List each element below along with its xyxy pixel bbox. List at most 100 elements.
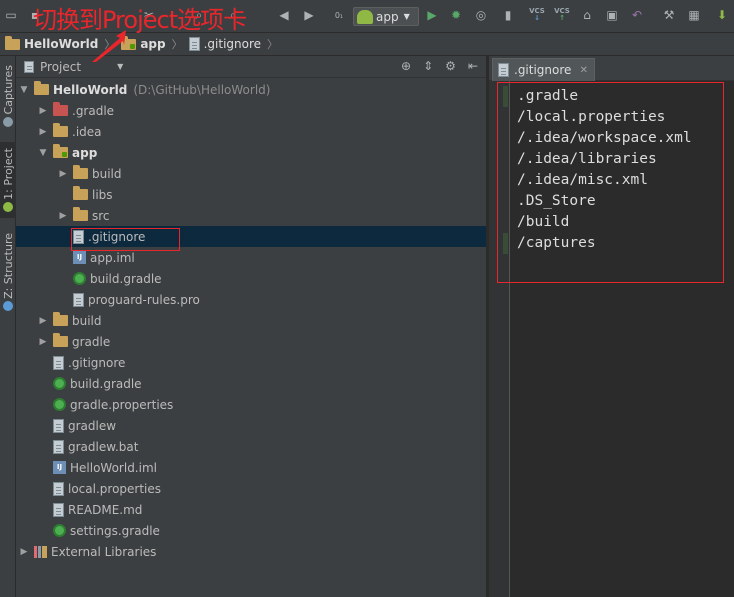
debug-icon[interactable]: ✹ (447, 6, 465, 24)
file-icon (498, 63, 509, 77)
gradle-icon (73, 272, 86, 285)
project-panel-header: Project ▼ ⊕ ⇕ ⚙ ⇤ (16, 56, 486, 78)
project-icon (3, 202, 13, 213)
open-folder-icon[interactable]: ▭ (2, 6, 20, 24)
tree-item-gradlew[interactable]: gradlew (16, 415, 486, 436)
module-folder-icon (53, 144, 68, 158)
annotation-arrow-icon (92, 30, 126, 62)
collapsed-arrow-icon[interactable]: ▶ (18, 547, 30, 557)
vcs-compare-icon[interactable]: ▣ (603, 6, 621, 24)
tree-item-proguard-rules[interactable]: proguard-rules.pro (16, 289, 486, 310)
file-icon (53, 481, 64, 496)
breadcrumb-item-gitignore[interactable]: .gitignore (188, 37, 261, 51)
scroll-from-source-icon[interactable]: ⊕ (401, 59, 411, 73)
collapsed-arrow-icon[interactable]: ▶ (57, 211, 69, 221)
annotation-code-box (497, 82, 724, 283)
tree-item-root-build-gradle[interactable]: build.gradle (16, 373, 486, 394)
revert-icon[interactable]: ↶ (628, 6, 646, 24)
settings-icon[interactable]: ⚒ (660, 6, 678, 24)
project-structure-icon[interactable]: ▦ (685, 6, 703, 24)
collapse-all-icon[interactable]: ⇕ (423, 59, 433, 73)
hide-panel-icon[interactable]: ⇤ (468, 59, 478, 73)
chevron-down-icon: ▼ (403, 12, 410, 21)
back-icon[interactable]: ◀ (275, 6, 293, 24)
tree-item-local-properties[interactable]: local.properties (16, 478, 486, 499)
excluded-folder-icon (53, 102, 68, 116)
folder-icon (34, 81, 49, 95)
breadcrumb-item-helloworld[interactable]: HelloWorld (5, 35, 98, 51)
folder-icon (73, 207, 88, 221)
annotation-text: 切换到Project选项卡 (33, 6, 247, 34)
tree-item-root-gitignore[interactable]: .gitignore (16, 352, 486, 373)
folder-icon (73, 165, 88, 179)
tree-item-app-build-gradle[interactable]: build.gradle (16, 268, 486, 289)
tab-captures[interactable]: Captures (0, 60, 16, 132)
folder-icon (5, 35, 20, 50)
expanded-arrow-icon[interactable]: ▼ (37, 148, 49, 158)
tree-item-settings-gradle[interactable]: settings.gradle (16, 520, 486, 541)
gear-icon[interactable]: ⚙ (445, 59, 456, 73)
tree-item-helloworld-iml[interactable]: IJ HelloWorld.iml (16, 457, 486, 478)
tree-item-src[interactable]: ▶ src (16, 205, 486, 226)
gradle-icon (53, 524, 66, 537)
gradle-icon (53, 398, 66, 411)
forward-icon[interactable]: ▶ (300, 6, 318, 24)
editor-tab-gitignore[interactable]: .gitignore ✕ (492, 58, 595, 81)
sdk-manager-icon[interactable]: ⬇ (713, 6, 731, 24)
tree-item-readme[interactable]: README.md (16, 499, 486, 520)
tab-structure[interactable]: Z: Structure (0, 230, 16, 314)
close-icon[interactable]: ✕ (580, 65, 588, 76)
collapsed-arrow-icon[interactable]: ▶ (37, 316, 49, 326)
iml-file-icon: IJ (73, 251, 86, 264)
vcs-history-icon[interactable]: ⌂ (578, 6, 596, 24)
folder-icon (73, 186, 88, 200)
tree-item-build[interactable]: ▶ build (16, 310, 486, 331)
tree-item-app-build[interactable]: ▶ build (16, 163, 486, 184)
file-icon (73, 292, 84, 307)
breadcrumb-separator-icon: 〉 (171, 38, 183, 51)
run-config-label: app (376, 9, 399, 24)
tool-window-bar: Captures 1: Project Z: Structure (0, 56, 16, 597)
tree-item-dot-gradle[interactable]: ▶ .gradle (16, 100, 486, 121)
collapsed-arrow-icon[interactable]: ▶ (37, 106, 49, 116)
vcs-commit-icon[interactable]: VCS ↑ (553, 6, 571, 24)
tree-item-gradlew-bat[interactable]: gradlew.bat (16, 436, 486, 457)
project-tree: ▼ HelloWorld (D:\GitHub\HelloWorld) ▶ .g… (16, 78, 486, 597)
collapsed-arrow-icon[interactable]: ▶ (37, 337, 49, 347)
structure-icon (3, 301, 13, 312)
collapsed-arrow-icon[interactable]: ▶ (57, 169, 69, 179)
tab-project[interactable]: 1: Project (0, 142, 16, 218)
folder-icon (53, 333, 68, 347)
attach-debugger-icon[interactable]: ▮ (499, 6, 517, 24)
make-project-icon[interactable]: 0₁ (330, 6, 348, 24)
tree-item-helloworld[interactable]: ▼ HelloWorld (D:\GitHub\HelloWorld) (16, 79, 486, 100)
tree-item-libs[interactable]: libs (16, 184, 486, 205)
run-icon[interactable]: ▶ (423, 6, 441, 24)
tree-item-idea[interactable]: ▶ .idea (16, 121, 486, 142)
collapsed-arrow-icon[interactable]: ▶ (37, 127, 49, 137)
folder-icon (53, 312, 68, 326)
file-icon (53, 502, 64, 517)
project-view-icon (24, 60, 34, 73)
tree-item-external-libraries[interactable]: ▶ External Libraries (16, 541, 486, 562)
file-icon (188, 37, 200, 51)
tree-item-gradle-properties[interactable]: gradle.properties (16, 394, 486, 415)
android-icon (357, 9, 373, 24)
library-icon (34, 545, 47, 558)
run-config-select[interactable]: app ▼ (353, 7, 419, 26)
annotation-highlight-box (71, 228, 180, 251)
iml-file-icon: IJ (53, 461, 66, 474)
captures-icon (3, 117, 13, 128)
gradle-icon (53, 377, 66, 390)
profile-icon[interactable]: ◎ (472, 6, 490, 24)
expanded-arrow-icon[interactable]: ▼ (18, 85, 30, 95)
tree-item-app[interactable]: ▼ app (16, 142, 486, 163)
file-icon (53, 439, 64, 454)
file-icon (53, 418, 64, 433)
editor-tab-bar: .gitignore ✕ (489, 56, 734, 81)
tree-item-gradle[interactable]: ▶ gradle (16, 331, 486, 352)
folder-icon (53, 123, 68, 137)
vcs-update-icon[interactable]: VCS ↓ (528, 6, 546, 24)
breadcrumb-separator-icon: 〉 (267, 38, 279, 51)
file-icon (53, 355, 64, 370)
